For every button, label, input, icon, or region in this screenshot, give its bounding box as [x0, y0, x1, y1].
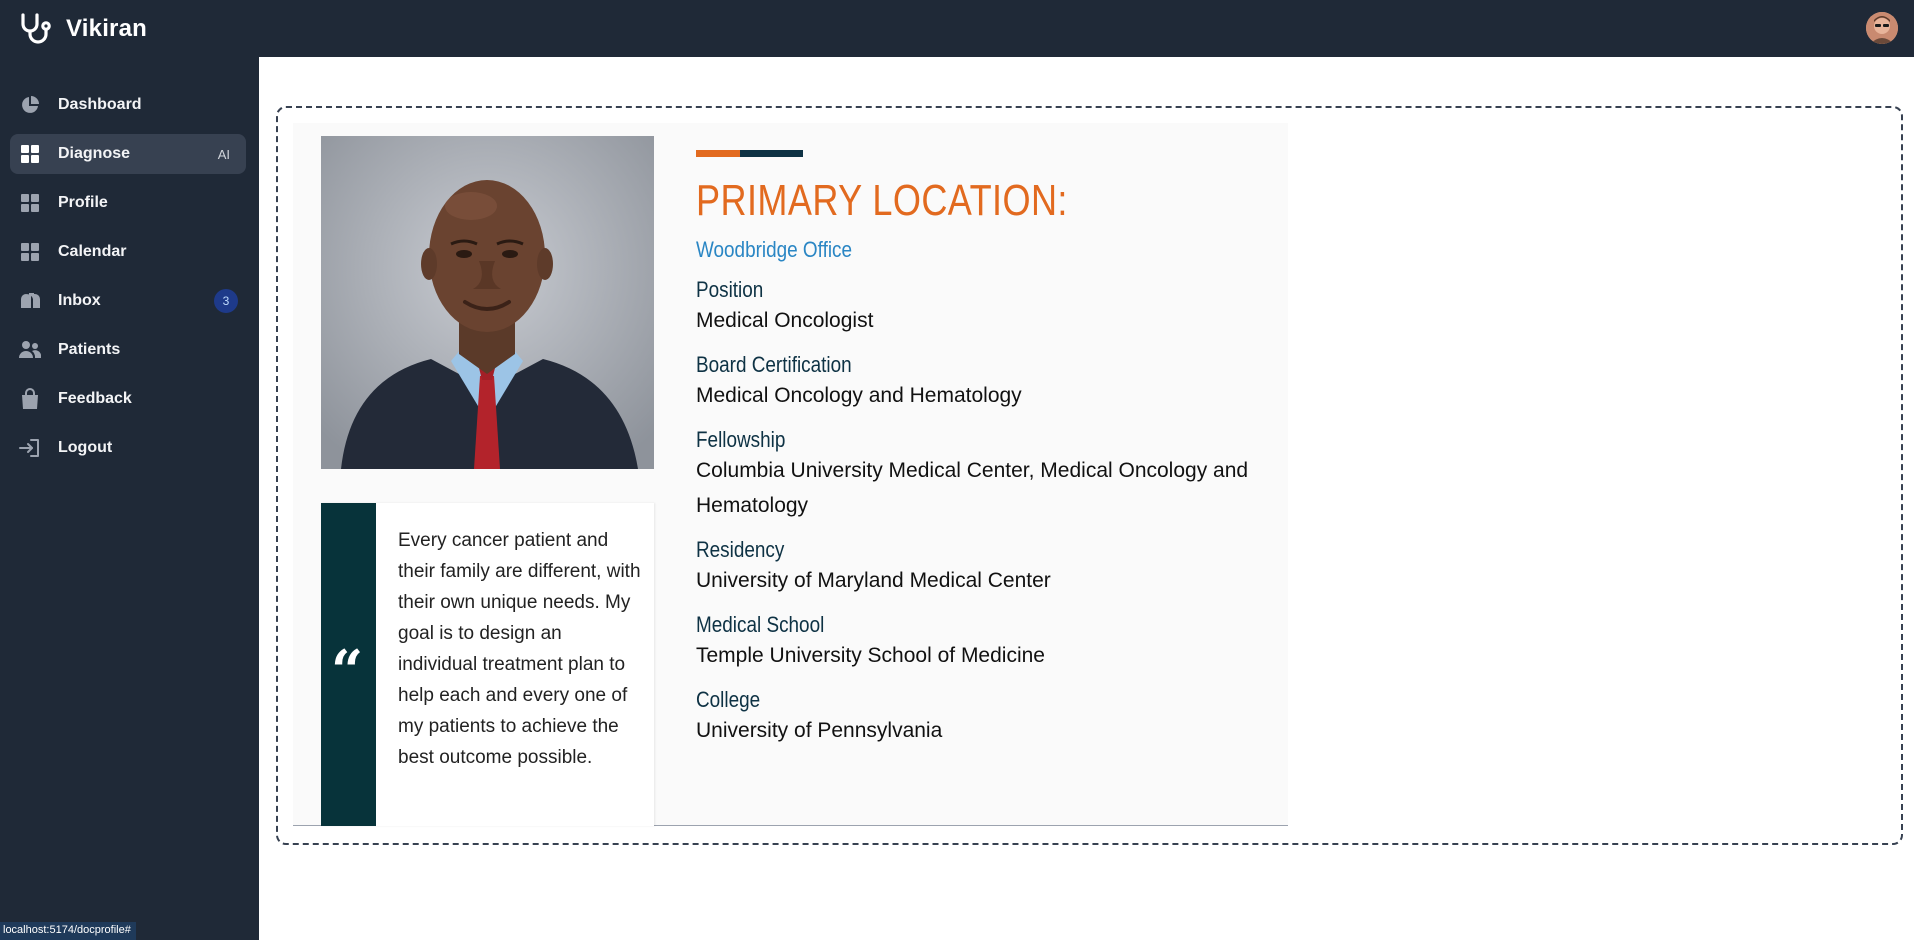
sidebar-item-logout[interactable]: Logout [10, 428, 246, 468]
doctor-info: PRIMARY LOCATION: Woodbridge Office Posi… [696, 150, 1286, 748]
inbox-count-badge: 3 [214, 289, 238, 313]
field-value: Columbia University Medical Center, Medi… [696, 459, 1249, 517]
field-label: Fellowship [696, 427, 786, 452]
field-label: Board Certification [696, 352, 852, 377]
field-value: University of Pennsylvania [696, 719, 943, 742]
sidebar-item-inbox[interactable]: Inbox 3 [10, 281, 246, 321]
office-link[interactable]: Woodbridge Office [696, 237, 1203, 263]
doctor-photo [321, 136, 654, 469]
field-label: Medical School [696, 612, 825, 637]
field-label: College [696, 687, 761, 712]
grid-icon [18, 240, 42, 264]
mailbox-icon [18, 289, 42, 313]
sidebar-item-diagnose[interactable]: Diagnose AI [10, 134, 246, 174]
sidebar-item-label: Logout [58, 439, 113, 456]
logout-icon [18, 436, 42, 460]
ai-tag: AI [217, 146, 230, 162]
sidebar: Dashboard Diagnose AI Profile Calendar I… [0, 57, 259, 940]
accent-bar [696, 150, 1286, 157]
grid-icon [18, 191, 42, 215]
field-value: Medical Oncologist [696, 309, 874, 332]
top-bar: Vikiran [0, 0, 1914, 57]
shopping-bag-icon [18, 387, 42, 411]
quote-text: Every cancer patient and their family ar… [398, 530, 641, 768]
sidebar-item-label: Feedback [58, 390, 132, 407]
field-value: Medical Oncology and Hematology [696, 384, 1022, 407]
avatar[interactable] [1866, 12, 1898, 44]
app-name: Vikiran [66, 14, 148, 42]
sidebar-item-feedback[interactable]: Feedback [10, 379, 246, 419]
sidebar-item-label: Patients [58, 341, 121, 358]
primary-location-heading: PRIMARY LOCATION: [696, 176, 1068, 225]
sidebar-item-profile[interactable]: Profile [10, 183, 246, 223]
field-medical-school: Medical School Temple University School … [696, 612, 1286, 673]
quote-icon: “ [331, 638, 364, 704]
field-fellowship: Fellowship Columbia University Medical C… [696, 427, 1286, 523]
sidebar-item-patients[interactable]: Patients [10, 330, 246, 370]
grid-icon [18, 142, 42, 166]
brand[interactable]: Vikiran [18, 11, 147, 47]
quote-bar: “ [321, 503, 376, 826]
field-college: College University of Pennsylvania [696, 687, 1286, 748]
sidebar-item-label: Profile [58, 194, 108, 211]
field-residency: Residency University of Maryland Medical… [696, 537, 1286, 598]
field-board-certification: Board Certification Medical Oncology and… [696, 352, 1286, 413]
field-label: Residency [696, 537, 785, 562]
pie-chart-icon [18, 93, 42, 117]
field-value: University of Maryland Medical Center [696, 569, 1051, 592]
status-url: localhost:5174/docprofile# [0, 922, 136, 940]
sidebar-item-label: Dashboard [58, 96, 142, 113]
field-value: Temple University School of Medicine [696, 644, 1045, 667]
field-label: Position [696, 277, 764, 302]
doctor-quote: “ Every cancer patient and their family … [321, 503, 654, 826]
sidebar-item-calendar[interactable]: Calendar [10, 232, 246, 272]
stethoscope-icon [18, 11, 54, 47]
sidebar-item-dashboard[interactable]: Dashboard [10, 85, 246, 125]
doctor-profile-card: “ Every cancer patient and their family … [293, 123, 1288, 826]
users-icon [18, 338, 42, 362]
sidebar-item-label: Calendar [58, 243, 127, 260]
field-position: Position Medical Oncologist [696, 277, 1286, 338]
